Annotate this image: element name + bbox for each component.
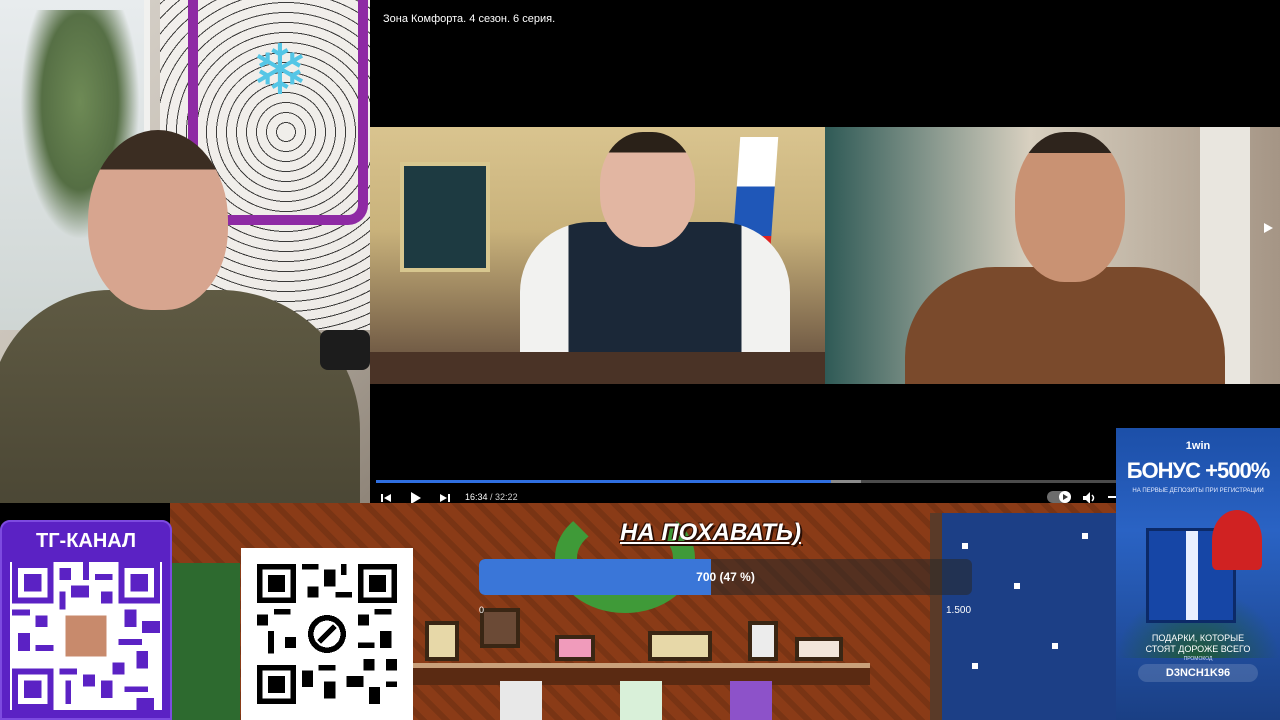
actor-right-body xyxy=(905,267,1225,384)
pixel-snow xyxy=(972,663,978,669)
wall-panel xyxy=(400,162,490,272)
pixel-frame xyxy=(425,621,459,661)
ad-promo-label: ПРОМОКОД xyxy=(1183,656,1213,662)
snowflake-decoration-icon: ❄ xyxy=(250,31,310,109)
sponsor-ad-banner[interactable]: 1win БОНУС +500% НА ПЕРВЫЕ ДЕПОЗИТЫ ПРИ … xyxy=(1116,428,1280,720)
ad-brand: 1win xyxy=(1185,440,1211,452)
ad-promo-code[interactable]: D3NCH1K96 xyxy=(1138,664,1258,682)
qr-panel xyxy=(241,548,413,720)
actor-right-face xyxy=(1015,132,1125,282)
actor-left-face xyxy=(600,132,695,247)
pixel-mug xyxy=(748,621,778,661)
pixel-snow xyxy=(1014,583,1020,589)
pixel-gift xyxy=(555,635,595,661)
pixel-cake xyxy=(795,637,843,661)
video-frame-right xyxy=(825,127,1280,384)
streamer xyxy=(0,130,360,503)
donation-min-label: 0 xyxy=(479,605,485,615)
volume-slider[interactable] xyxy=(1108,496,1116,498)
pixel-stocking xyxy=(730,681,772,720)
pixel-stocking xyxy=(620,681,662,720)
webcam-feed: ❄ xyxy=(0,0,370,503)
donation-max-label: 1.500 xyxy=(946,605,972,616)
seek-bar-played xyxy=(376,480,831,483)
donation-goal-title: НА ПОХАВАТЬ) xyxy=(620,519,801,546)
qr-code-icon[interactable] xyxy=(257,564,397,704)
time-total: 32:22 xyxy=(495,492,518,502)
ad-subtitle: НА ПЕРВЫЕ ДЕПОЗИТЫ ПРИ РЕГИСТРАЦИИ xyxy=(1132,488,1264,494)
pixel-stocking xyxy=(500,681,542,720)
tg-channel-title: ТГ-КАНАЛ xyxy=(35,530,137,552)
video-title: Зона Комфорта. 4 сезон. 6 серия. xyxy=(383,13,556,25)
pixel-window xyxy=(930,513,1116,720)
ad-gifts-line2: СТОЯТ ДОРОЖЕ ВСЕГО xyxy=(1145,644,1251,654)
time-current: 16:34 xyxy=(465,492,488,502)
pixel-box xyxy=(648,631,712,661)
streamer-head xyxy=(88,130,228,310)
autoplay-toggle[interactable] xyxy=(1047,491,1071,503)
donation-progress-bar: 700 (47 %) xyxy=(479,559,972,595)
pixel-cabinet xyxy=(480,608,520,648)
actor-right xyxy=(905,127,1225,384)
ad-gifts-text: ПОДАРКИ, КОТОРЫЕ СТОЯТ ДОРОЖЕ ВСЕГО xyxy=(1116,633,1280,655)
pixel-snow xyxy=(1052,643,1058,649)
santa-hat-icon xyxy=(1212,510,1262,570)
ad-gifts-line1: ПОДАРКИ, КОТОРЫЕ xyxy=(1151,633,1245,643)
actor-left xyxy=(520,127,790,384)
streamer-hoodie xyxy=(0,290,360,503)
tg-channel-panel: ТГ-КАНАЛ xyxy=(0,520,172,720)
pixel-snow xyxy=(1082,533,1088,539)
autoplay-knob-icon xyxy=(1059,491,1071,503)
donation-progress-text: 700 (47 %) xyxy=(696,570,755,584)
mouse-cursor-icon xyxy=(1263,222,1273,234)
pixel-snow xyxy=(962,543,968,549)
time-display: 16:34 / 32:22 xyxy=(465,492,518,502)
tg-qr-code-icon[interactable] xyxy=(10,562,162,710)
ad-bonus-headline: БОНУС +500% xyxy=(1126,458,1271,483)
video-frame-left xyxy=(370,127,825,384)
desk xyxy=(370,352,825,384)
time-separator: / xyxy=(487,492,496,502)
pixel-tree xyxy=(170,563,240,720)
microphone xyxy=(320,330,370,370)
